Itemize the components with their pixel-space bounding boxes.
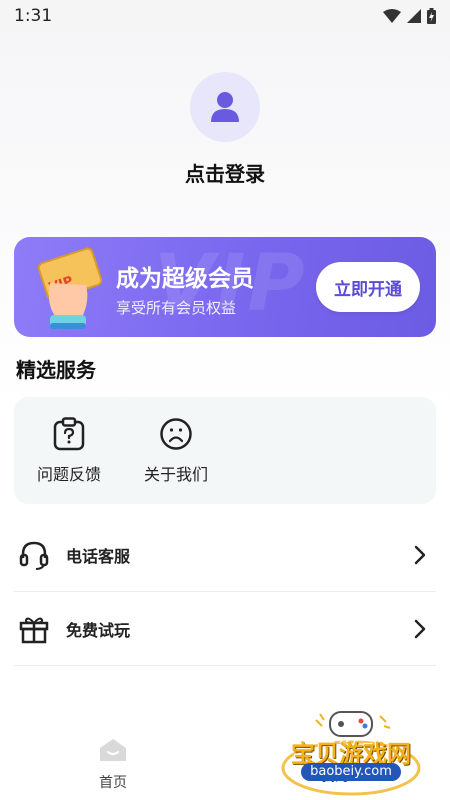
avatar[interactable]	[190, 72, 260, 142]
vip-card-icon: VIP	[37, 247, 103, 329]
status-icons	[383, 8, 436, 24]
battery-icon	[427, 8, 436, 24]
watermark-logo: 宝贝游戏网 baobeiy.com	[276, 706, 426, 796]
list-item-label: 免费试玩	[66, 620, 131, 640]
headset-icon	[19, 541, 49, 570]
section-title: 精选服务	[16, 358, 96, 382]
gift-icon	[19, 617, 49, 643]
vip-subtitle: 享受所有会员权益	[116, 299, 237, 317]
status-bar: 1:31	[0, 0, 450, 32]
list-item-phone-service[interactable]: 电话客服	[14, 518, 436, 592]
feedback-icon	[53, 417, 85, 451]
home-icon	[100, 739, 126, 761]
wifi-icon	[383, 9, 401, 23]
service-about-label: 关于我们	[143, 465, 208, 484]
vip-title: 成为超级会员	[116, 266, 254, 292]
vip-banner[interactable]: VIP VIP 成为超级会员 享受所有会员权益 立即开通	[14, 237, 436, 337]
vip-open-button[interactable]: 立即开通	[316, 262, 420, 312]
status-time: 1:31	[14, 6, 53, 26]
signal-icon	[407, 9, 421, 23]
nav-home[interactable]: 首页	[88, 738, 138, 792]
chevron-right-icon	[414, 619, 426, 638]
list-item-free-trial[interactable]: 免费试玩	[14, 592, 436, 666]
service-feedback[interactable]: 问题反馈	[24, 417, 114, 485]
user-avatar-icon	[211, 92, 239, 122]
service-about[interactable]: 关于我们	[131, 417, 221, 485]
chevron-right-icon	[414, 545, 426, 564]
nav-home-label: 首页	[99, 775, 127, 791]
watermark-url: baobeiy.com	[301, 763, 401, 781]
list-item-label: 电话客服	[66, 546, 131, 566]
services-card: 问题反馈 关于我们	[14, 397, 436, 504]
service-feedback-label: 问题反馈	[36, 465, 101, 484]
login-link[interactable]: 点击登录	[0, 158, 450, 187]
about-icon	[160, 418, 192, 450]
